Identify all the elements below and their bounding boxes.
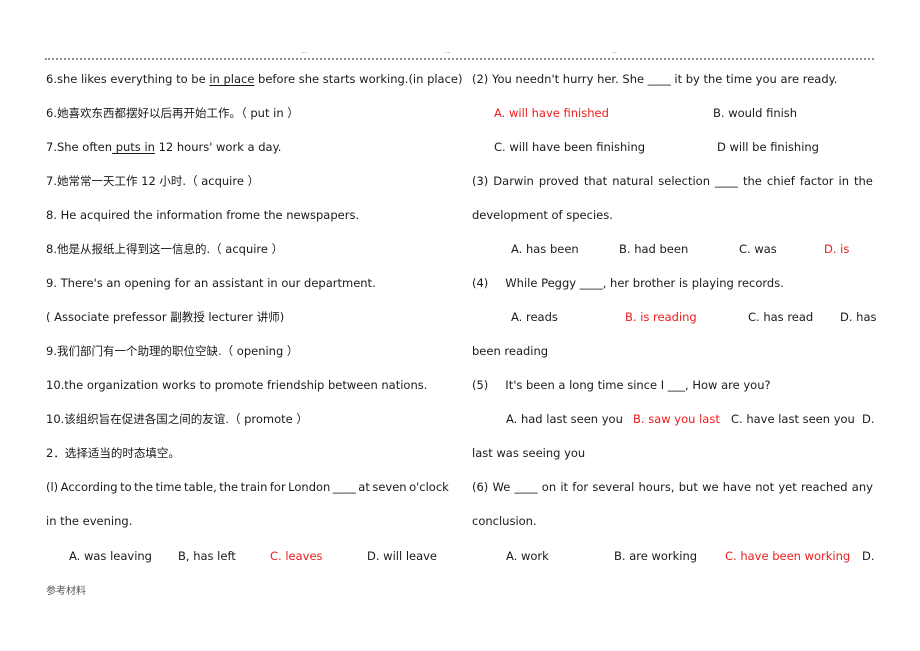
stem-word: London xyxy=(288,480,331,494)
q2-option-a: A. will have finished xyxy=(494,106,609,120)
stem-word: the xyxy=(743,174,762,188)
sentence-7-zh: 7.她常常一天工作 12 小时.（ acquire ） xyxy=(46,174,260,188)
q3-option-c: C. was xyxy=(739,242,777,256)
header-mark: .. xyxy=(445,47,451,55)
header-mark: .. xyxy=(612,47,618,55)
q1-option-d: D. will leave xyxy=(367,549,438,563)
q6-option-d: D. xyxy=(862,549,875,563)
q5-option-a: A. had last seen you xyxy=(506,412,623,426)
q6-option-a: A. work xyxy=(506,549,549,563)
q6-option-c: C. have been working xyxy=(725,549,851,563)
q4-option-c: C. has read xyxy=(748,310,814,324)
stem-word: for xyxy=(269,480,286,494)
stem-word: (l) xyxy=(46,480,59,494)
q1-option-c: C. leaves xyxy=(270,549,323,563)
stem-word: hours, xyxy=(638,480,675,494)
q2-option-b: B. would finish xyxy=(713,106,798,120)
stem-word: natural xyxy=(612,174,654,188)
question-2-stem: (2) You needn't hurry her. She ____ it b… xyxy=(472,72,838,86)
stem-word: but xyxy=(678,480,698,494)
sentence-10-zh: 10.该组织旨在促进各国之间的友谊.（ promote ） xyxy=(46,412,308,426)
stem-word: in xyxy=(838,174,849,188)
stem-word: for xyxy=(572,480,589,494)
stem-word: According xyxy=(60,480,118,494)
q3-option-a: A. has been xyxy=(511,242,579,256)
stem-word: ____ xyxy=(715,174,738,188)
stem-word: ____ xyxy=(514,480,538,494)
q4-option-b: B. is reading xyxy=(625,310,697,324)
stem-word: the xyxy=(134,480,154,494)
sentence-6-en: 6.she likes everything to be in place be… xyxy=(46,72,463,86)
stem-word: table, xyxy=(183,480,217,494)
sentence-9-zh: 9.我们部门有一个助理的职位空缺.（ opening ） xyxy=(46,344,299,358)
underlined-phrase: in place xyxy=(209,72,255,86)
stem-word: have xyxy=(722,480,752,494)
q3-option-b: B. had been xyxy=(619,242,689,256)
q2-option-c: C. will have been finishing xyxy=(494,140,646,154)
stem-word: the xyxy=(219,480,239,494)
stem-word: factor xyxy=(799,174,834,188)
stem-word: any xyxy=(851,480,873,494)
stem-word: We xyxy=(492,480,511,494)
q4-option-d-wrap: been reading xyxy=(472,344,549,358)
sentence-10-en: 10.the organization works to promote fri… xyxy=(46,378,428,392)
sentence-6-zh: 6.她喜欢东西都摆好以后再开始工作。（ put in ） xyxy=(46,106,299,120)
question-6-stem: (6) We ____ on it for several hours, but we have no… xyxy=(472,479,873,495)
question-5-stem: (5) It's been a long time since I ___, Ho… xyxy=(472,378,771,392)
stem-word: several xyxy=(592,480,635,494)
stem-word: reached xyxy=(800,480,848,494)
stem-word: Darwin xyxy=(493,174,534,188)
q5-option-d-wrap: last was seeing you xyxy=(472,446,586,460)
vocab-note: ( Associate prefessor 副教授 lecturer 讲师) xyxy=(46,310,285,324)
q1-option-a: A. was leaving xyxy=(69,549,152,563)
q4-option-a: A. reads xyxy=(511,310,558,324)
sentence-7-en: 7.She often puts in 12 hours' work a day… xyxy=(46,140,282,154)
q2-option-d: D will be finishing xyxy=(717,140,819,154)
q5-option-b: B. saw you last xyxy=(633,412,720,426)
document-page: .. .. .. 6.she likes everything to be in… xyxy=(0,0,920,651)
sentence-8-zh: 8.他是从报纸上得到这一信息的.（ acquire ） xyxy=(46,242,284,256)
stem-word: that xyxy=(583,174,608,188)
sentence-8-en: 8. He acquired the information frome the… xyxy=(46,208,360,222)
stem-word: proved xyxy=(538,174,579,188)
stem-word: seven xyxy=(372,480,407,494)
stem-word: time xyxy=(155,480,182,494)
stem-word: ____ xyxy=(332,480,356,494)
q4-option-d: D. has xyxy=(840,310,877,324)
question-3-stem-wrap: development of species. xyxy=(472,208,613,222)
stem-word: chief xyxy=(766,174,795,188)
stem-word: the xyxy=(854,174,873,188)
stem-word: train xyxy=(240,480,268,494)
stem-word: to xyxy=(120,480,132,494)
sentence-9-en: 9. There's an opening for an assistant i… xyxy=(46,276,376,290)
stem-word: yet xyxy=(778,480,797,494)
stem-word: on xyxy=(541,480,557,494)
header-mark: .. xyxy=(302,47,308,55)
q3-option-d: D. is xyxy=(824,242,850,256)
question-1-stem-wrap: in the evening. xyxy=(46,514,133,528)
q6-option-b: B. are working xyxy=(614,549,698,563)
stem-word: it xyxy=(560,480,569,494)
stem-word: selection xyxy=(658,174,710,188)
q1-option-b: B, has left xyxy=(178,549,236,563)
q5-option-d: D. xyxy=(862,412,875,426)
question-6-stem-wrap: conclusion. xyxy=(472,514,537,528)
stem-word: not xyxy=(755,480,775,494)
q5-option-c: C. have last seen you xyxy=(731,412,855,426)
stem-word: we xyxy=(702,480,719,494)
stem-word: at xyxy=(358,480,370,494)
stem-word: (6) xyxy=(472,480,489,494)
question-3-stem: (3) Darwin proved that natural selection ____ t… xyxy=(472,173,873,189)
stem-word: (3) xyxy=(472,174,489,188)
question-4-stem: (4) While Peggy ____, her brother is play… xyxy=(472,276,784,290)
question-1-stem: (l) According to the time table, the train for Lo… xyxy=(46,479,449,495)
page-footer: 参考材料 xyxy=(46,586,86,597)
stem-word: o'clock xyxy=(409,480,449,494)
header-rule xyxy=(45,58,874,60)
section-heading: 2．选择适当的时态填空。 xyxy=(46,446,180,460)
underlined-phrase: puts in xyxy=(112,140,155,154)
